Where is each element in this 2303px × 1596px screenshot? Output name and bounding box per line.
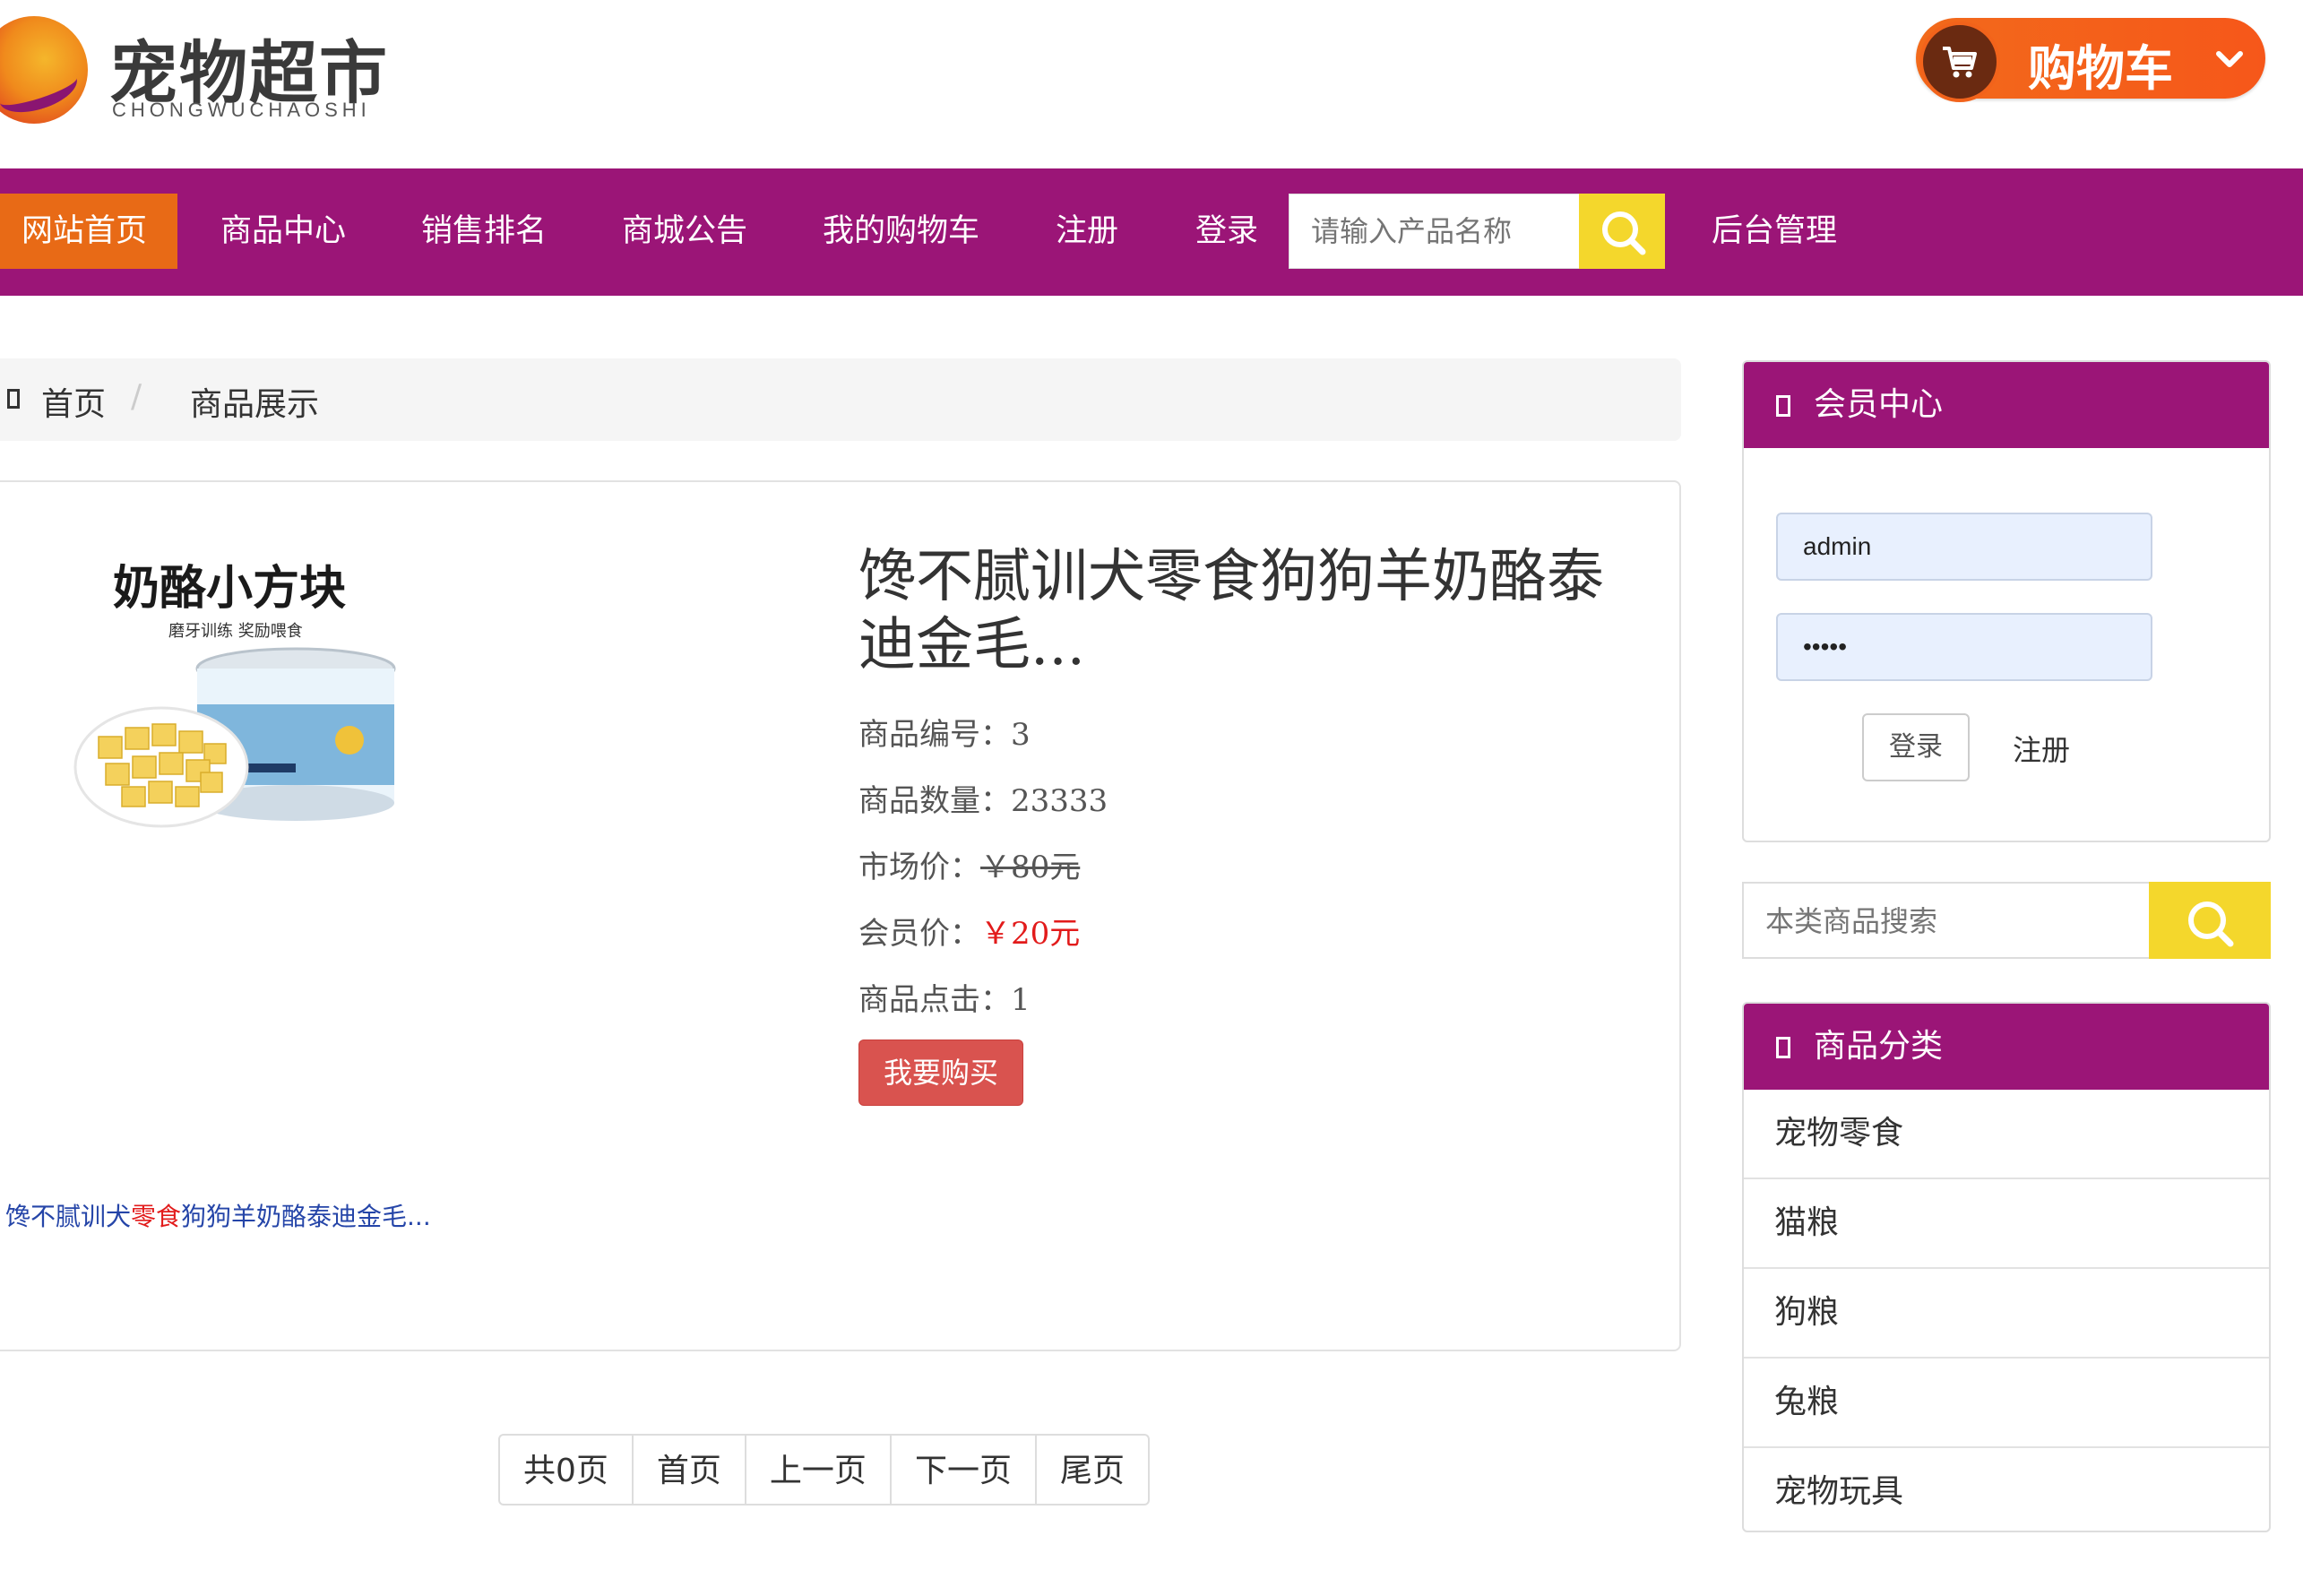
nav-admin[interactable]: 后台管理 xyxy=(1712,194,1837,269)
chevron-down-icon xyxy=(2216,51,2243,67)
cart-label: 购物车 xyxy=(2028,40,2173,97)
user-icon xyxy=(1776,395,1790,417)
breadcrumb-home[interactable]: 首页 xyxy=(41,378,106,425)
breadcrumb: 首页 / 商品展示 xyxy=(0,358,1681,441)
product-link-post: 狗狗羊奶酪泰迪金毛... xyxy=(181,1202,431,1231)
category-item-dog-food[interactable]: 狗粮 xyxy=(1744,1267,2269,1357)
nav-products[interactable]: 商品中心 xyxy=(220,194,346,269)
breadcrumb-current: 商品展示 xyxy=(190,386,320,423)
product-clicks-value: 1 xyxy=(1011,982,1031,1018)
nav-login[interactable]: 登录 xyxy=(1195,194,1258,269)
logo-subtitle: CHONGWUCHAOSHI xyxy=(112,99,371,121)
category-search-box xyxy=(1742,882,2271,959)
product-quantity-label: 商品数量： xyxy=(858,783,1011,819)
search-icon xyxy=(2188,902,2234,947)
category-search-input[interactable] xyxy=(1744,884,2170,959)
pagination-prev[interactable]: 上一页 xyxy=(744,1434,892,1505)
username-input[interactable] xyxy=(1776,513,2152,581)
category-title: 商品分类 xyxy=(1814,1028,1944,1065)
pagination-next[interactable]: 下一页 xyxy=(889,1434,1037,1505)
product-quantity: 商品数量：23333 xyxy=(858,776,1108,820)
login-button[interactable]: 登录 xyxy=(1862,713,1970,781)
product-link[interactable]: 馋不腻训犬零食狗狗羊奶酪泰迪金毛... xyxy=(5,1197,431,1233)
pagination-total: 共0页 xyxy=(498,1434,634,1505)
product-id-value: 3 xyxy=(1011,717,1031,753)
category-search-button[interactable] xyxy=(2149,882,2271,959)
product-quantity-value: 23333 xyxy=(1011,783,1108,819)
nav-sales-ranking[interactable]: 销售排名 xyxy=(421,194,547,269)
logo-icon[interactable] xyxy=(0,16,88,124)
pagination-last[interactable]: 尾页 xyxy=(1034,1434,1150,1505)
member-price-value: ￥20元 xyxy=(980,916,1081,952)
member-center-panel: 会员中心 登录 注册 xyxy=(1742,360,2271,842)
nav-my-cart[interactable]: 我的购物车 xyxy=(823,194,979,269)
category-item-cat-food[interactable]: 猫粮 xyxy=(1744,1178,2269,1267)
main-nav: 网站首页 商品中心 销售排名 商城公告 我的购物车 注册 登录 后台管理 xyxy=(0,168,2303,296)
product-image-title: 奶酪小方块 xyxy=(113,562,346,616)
nav-home[interactable]: 网站首页 xyxy=(0,194,178,269)
breadcrumb-separator: / xyxy=(131,378,142,415)
product-link-pre: 馋不腻训犬 xyxy=(5,1202,132,1231)
list-icon xyxy=(1776,1037,1790,1058)
product-search-button[interactable] xyxy=(1579,194,1665,269)
product-clicks: 商品点击：1 xyxy=(858,975,1031,1019)
pagination-first[interactable]: 首页 xyxy=(631,1434,746,1505)
product-title: 馋不腻训犬零食狗狗羊奶酪泰迪金毛... xyxy=(858,544,1604,678)
cart-dropdown-button[interactable]: 购物车 xyxy=(1916,18,2265,102)
product-image[interactable]: 奶酪小方块 磨牙训练 奖励喂食 xyxy=(63,552,421,839)
product-id: 商品编号：3 xyxy=(858,710,1031,754)
member-center-header: 会员中心 xyxy=(1744,362,2269,448)
cart-icon xyxy=(1919,22,2000,102)
category-panel: 商品分类 宠物零食 猫粮 狗粮 兔粮 宠物玩具 xyxy=(1742,1002,2271,1532)
category-item-pet-toys[interactable]: 宠物玩具 xyxy=(1744,1446,2269,1531)
product-image-subtitle: 磨牙训练 奖励喂食 xyxy=(168,622,303,641)
search-icon xyxy=(1602,211,1646,255)
category-item-rabbit-food[interactable]: 兔粮 xyxy=(1744,1357,2269,1446)
product-clicks-label: 商品点击： xyxy=(858,982,1011,1018)
home-icon xyxy=(7,389,20,409)
nav-announcements[interactable]: 商城公告 xyxy=(622,194,747,269)
site-header: 宠物超市 CHONGWUCHAOSHI 购物车 xyxy=(0,0,2303,168)
category-item-pet-snacks[interactable]: 宠物零食 xyxy=(1744,1090,2269,1178)
product-id-label: 商品编号： xyxy=(858,717,1011,753)
market-price-label: 市场价： xyxy=(858,850,980,885)
register-link[interactable]: 注册 xyxy=(2013,728,2070,769)
pagination: 共0页 首页 上一页 下一页 尾页 xyxy=(498,1434,1150,1505)
member-center-title: 会员中心 xyxy=(1814,386,1944,423)
market-price-value: ￥80元 xyxy=(980,850,1081,885)
member-price-label: 会员价： xyxy=(858,916,980,952)
nav-register[interactable]: 注册 xyxy=(1056,194,1118,269)
product-link-highlight: 零食 xyxy=(131,1202,182,1231)
password-input[interactable] xyxy=(1776,613,2152,681)
member-price: 会员价：￥20元 xyxy=(858,909,1080,953)
buy-button[interactable]: 我要购买 xyxy=(858,1040,1023,1106)
category-header: 商品分类 xyxy=(1744,1004,2269,1090)
market-price: 市场价：￥80元 xyxy=(858,842,1080,886)
